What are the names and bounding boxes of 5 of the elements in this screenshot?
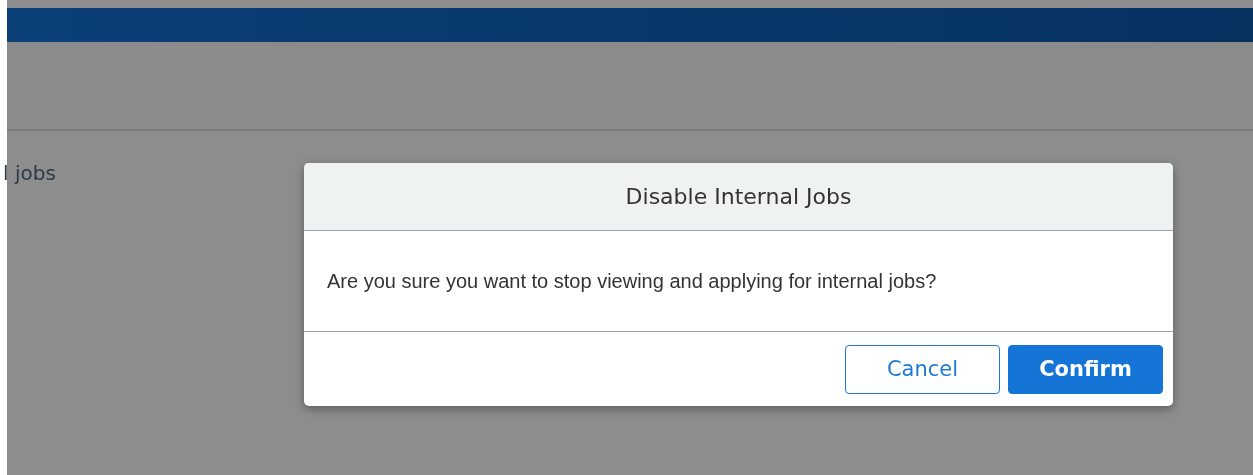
section-text: l jobs <box>3 161 56 185</box>
dialog-title: Disable Internal Jobs <box>625 184 852 209</box>
cancel-button[interactable]: Cancel <box>845 344 1000 394</box>
dialog-message: Are you sure you want to stop viewing and applying for internal jobs? <box>327 269 937 293</box>
confirm-button[interactable]: Confirm <box>1008 344 1163 394</box>
